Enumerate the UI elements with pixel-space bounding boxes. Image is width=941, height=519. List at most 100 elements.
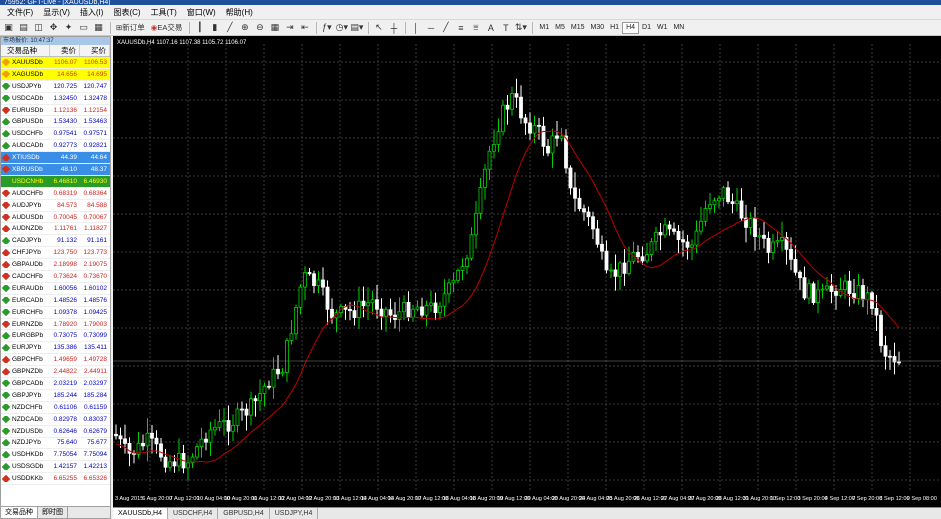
market-row[interactable]: GBPUSDb 1.53430 1.53463 xyxy=(1,116,110,129)
bid-cell: 1.09378 xyxy=(53,308,78,316)
timeframe-button-m5[interactable]: M5 xyxy=(552,22,568,34)
market-row[interactable]: USDHKDb 7.75054 7.75094 xyxy=(1,449,110,462)
market-row[interactable]: AUDCHFb 0.68319 0.68364 xyxy=(1,187,110,200)
market-row[interactable]: GBPCHFb 1.49659 1.49728 xyxy=(1,354,110,367)
market-row[interactable]: EURNZDb 1.78920 1.79003 xyxy=(1,318,110,331)
templates-icon[interactable]: ▤▾ xyxy=(350,21,363,34)
market-row[interactable]: AUDNZDb 1.11761 1.11827 xyxy=(1,223,110,236)
channel-icon[interactable]: ≡ xyxy=(454,21,467,34)
menu-item[interactable]: 工具(T) xyxy=(146,7,182,18)
timeframe-button-w1[interactable]: W1 xyxy=(654,22,671,34)
timeframe-button-m15[interactable]: M15 xyxy=(568,22,588,34)
candle-chart-icon[interactable]: ▮ xyxy=(208,21,221,34)
menu-item[interactable]: 图表(C) xyxy=(108,7,145,18)
new-chart-icon[interactable]: ▣ xyxy=(2,21,15,34)
market-row[interactable]: GBPNZDb 2.44822 2.44911 xyxy=(1,366,110,379)
zoom-out-icon[interactable]: ⊖ xyxy=(253,21,266,34)
ask-header[interactable]: 买价 xyxy=(80,45,110,56)
chart-tab[interactable]: XAUUSDb,H4 xyxy=(113,508,168,519)
market-row[interactable]: GBPCADb 2.03219 2.03297 xyxy=(1,378,110,390)
market-row[interactable]: GBPJPYb 185.244 185.284 xyxy=(1,389,110,402)
market-row[interactable]: EURGBPb 0.73075 0.73099 xyxy=(1,330,110,343)
vertical-line-icon[interactable]: │ xyxy=(409,21,422,34)
navigator-icon[interactable]: ✥ xyxy=(47,21,60,34)
price-chart[interactable]: XAUUSDb,H4 1107.16 1107.38 1105.72 1106.… xyxy=(113,36,941,507)
market-row[interactable]: EURCHFb 1.09378 1.09425 xyxy=(1,306,110,319)
profiles-icon[interactable]: ▤ xyxy=(17,21,30,34)
trendline-icon[interactable]: ╱ xyxy=(439,21,452,34)
horizontal-line-icon[interactable]: ─ xyxy=(424,21,437,34)
market-watch-tab[interactable]: 交易品种 xyxy=(1,507,38,518)
autoscroll-icon[interactable]: ⇥ xyxy=(283,21,296,34)
tile-windows-icon[interactable]: ▦ xyxy=(268,21,281,34)
market-row[interactable]: AUDUSDb 0.70045 0.70067 xyxy=(1,211,110,224)
bid-header[interactable]: 卖价 xyxy=(50,45,80,56)
menu-item[interactable]: 显示(V) xyxy=(38,7,75,18)
menu-item[interactable]: 插入(I) xyxy=(75,7,109,18)
market-row[interactable]: AUDJPYb 84.573 84.588 xyxy=(1,199,110,212)
chart-tab[interactable]: GBPUSD,H4 xyxy=(218,508,270,519)
market-row[interactable]: EURAUDb 1.60056 1.60102 xyxy=(1,282,110,295)
market-row[interactable]: USDCNHb 6.46810 6.46930 xyxy=(1,175,110,188)
chart-tab[interactable]: USDJPY,H4 xyxy=(270,508,319,519)
periods-icon[interactable]: ◷▾ xyxy=(335,21,348,34)
timeframe-button-mn[interactable]: MN xyxy=(670,22,687,34)
menu-item[interactable]: 文件(F) xyxy=(2,7,38,18)
market-row[interactable]: XAGUSDb 14.656 14.695 xyxy=(1,68,110,81)
market-row[interactable]: EURJPYb 135.386 135.411 xyxy=(1,342,110,355)
ea-trading-button[interactable]: ◉ EA交易 xyxy=(149,21,185,34)
market-row[interactable]: NZDCADb 0.82978 0.83037 xyxy=(1,413,110,426)
label-tool-icon[interactable]: T xyxy=(499,21,512,34)
bid-cell: 1.53430 xyxy=(53,118,78,126)
chart-shift-icon[interactable]: ⇤ xyxy=(298,21,311,34)
market-row[interactable]: NZDJPYb 75.640 75.677 xyxy=(1,437,110,450)
timeframe-button-h4[interactable]: H4 xyxy=(622,21,640,34)
fibonacci-icon[interactable]: ⩸ xyxy=(469,21,482,34)
market-row[interactable]: EURUSDb 1.12136 1.12154 xyxy=(1,104,110,117)
market-watch-tab[interactable]: 即时图 xyxy=(38,507,68,518)
market-row[interactable]: NZDCHFb 0.61106 0.61159 xyxy=(1,401,110,414)
market-row[interactable]: CADCHFb 0.73624 0.73670 xyxy=(1,271,110,283)
bid-cell: 0.68319 xyxy=(53,189,78,197)
cursor-icon[interactable]: ↖ xyxy=(372,21,385,34)
menu-item[interactable]: 窗口(W) xyxy=(182,7,221,18)
ask-cell: 0.83037 xyxy=(83,415,108,423)
terminal-icon[interactable]: ▭ xyxy=(77,21,90,34)
market-row[interactable]: USDSGDb 1.42157 1.42213 xyxy=(1,461,110,474)
new-order-button[interactable]: ⊞ 新订单 xyxy=(114,21,147,34)
indicators-icon[interactable]: ƒ▾ xyxy=(320,21,333,34)
market-row[interactable]: USDDKKb 6.65255 6.65326 xyxy=(1,473,110,486)
market-row[interactable]: XAUUSDb 1106.07 1106.53 xyxy=(1,57,110,69)
crosshair-icon[interactable]: ┼ xyxy=(387,21,400,34)
line-chart-icon[interactable]: ╱ xyxy=(223,21,236,34)
market-row[interactable]: CADJPYb 91.132 91.161 xyxy=(1,235,110,248)
symbol-name: XAGUSDb xyxy=(12,70,44,78)
timeframe-button-m30[interactable]: M30 xyxy=(587,22,607,34)
market-row[interactable]: XBRUSDb 48.10 48.37 xyxy=(1,164,110,176)
market-row[interactable]: XTIUSDb 44.39 44.64 xyxy=(1,152,110,165)
chart-canvas[interactable]: XAUUSDb,H4 1107.16 1107.38 1105.72 1106.… xyxy=(113,36,941,507)
chart-tab[interactable]: USDCHF,H4 xyxy=(168,508,219,519)
market-watch-icon[interactable]: ◫ xyxy=(32,21,45,34)
symbol-header[interactable]: 交易品种 xyxy=(1,45,50,56)
tester-icon[interactable]: ▦ xyxy=(92,21,105,34)
market-row[interactable]: AUDCADb 0.92773 0.92821 xyxy=(1,140,110,153)
market-row[interactable]: GBPAUDb 2.18998 2.19075 xyxy=(1,259,110,272)
bar-chart-icon[interactable]: ┃ xyxy=(193,21,206,34)
zoom-in-icon[interactable]: ⊕ xyxy=(238,21,251,34)
menu-item[interactable]: 帮助(H) xyxy=(221,7,258,18)
timeframe-button-m1[interactable]: M1 xyxy=(536,22,552,34)
market-row[interactable]: USDJPYb 120.725 120.747 xyxy=(1,80,110,93)
market-row[interactable]: CHFJPYb 123.750 123.773 xyxy=(1,247,110,260)
arrows-icon[interactable]: ⇅▾ xyxy=(514,21,527,34)
favorites-icon[interactable]: ✦ xyxy=(62,21,75,34)
market-row[interactable]: EURCADb 1.48526 1.48576 xyxy=(1,294,110,307)
timeframe-button-d1[interactable]: D1 xyxy=(639,22,654,34)
ask-cell: 1.48576 xyxy=(83,296,108,304)
market-row[interactable]: NZDUSDb 0.62646 0.62679 xyxy=(1,425,110,438)
timeframe-button-h1[interactable]: H1 xyxy=(607,22,622,34)
market-row[interactable]: USDCHFb 0.97541 0.97571 xyxy=(1,128,110,141)
market-row[interactable]: USDCADb 1.32450 1.32478 xyxy=(1,92,110,105)
candle-body xyxy=(708,204,712,209)
text-tool-icon[interactable]: A xyxy=(484,21,497,34)
